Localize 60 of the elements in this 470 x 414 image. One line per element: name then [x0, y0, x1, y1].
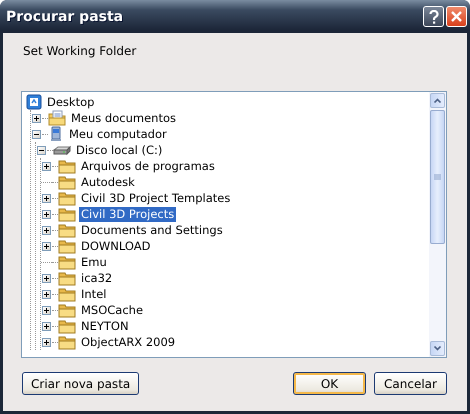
close-icon [451, 11, 462, 22]
expand-toggle[interactable] [32, 114, 41, 122]
folder-icon [58, 254, 76, 270]
scroll-up-button[interactable] [430, 93, 445, 108]
expand-toggle[interactable] [42, 290, 51, 298]
folder-icon [58, 318, 76, 334]
help-button[interactable] [423, 6, 444, 27]
grip-icon [434, 174, 441, 180]
expand-toggle[interactable] [42, 242, 51, 250]
folder-icon [58, 270, 76, 286]
folder-icon [58, 334, 76, 350]
chevron-down-icon [434, 346, 441, 351]
tree-item[interactable]: NEYTON [79, 318, 131, 334]
folder-icon [58, 286, 76, 302]
dialog-prompt: Set Working Folder [23, 44, 138, 60]
tree-item[interactable]: Emu [79, 254, 109, 270]
folder-icon [58, 190, 76, 206]
expand-toggle[interactable] [42, 210, 51, 218]
ok-button[interactable]: OK [293, 372, 366, 395]
folder-icon [58, 174, 76, 190]
tree-item[interactable]: Autodesk [79, 174, 137, 190]
window-title: Procurar pasta [6, 8, 124, 24]
help-icon [428, 10, 438, 24]
expand-toggle[interactable] [42, 226, 51, 234]
documents-folder-icon [48, 110, 66, 126]
tree-item[interactable]: Intel [79, 286, 108, 302]
tree-item[interactable]: ica32 [79, 270, 114, 286]
tree-item[interactable]: MSOCache [79, 302, 146, 318]
scroll-thumb[interactable] [430, 110, 445, 244]
folder-icon [58, 302, 76, 318]
tree-item[interactable]: Civil 3D Projects [79, 206, 176, 222]
expand-toggle[interactable] [42, 322, 51, 330]
tree-item[interactable]: Civil 3D Project Templates [79, 190, 232, 206]
expand-toggle[interactable] [42, 274, 51, 282]
tree-item[interactable]: DOWNLOAD [79, 238, 152, 254]
expand-toggle[interactable] [42, 338, 51, 346]
tree-item[interactable]: Documents and Settings [79, 222, 225, 238]
folder-icon [58, 206, 76, 222]
expand-toggle[interactable] [42, 194, 51, 202]
chevron-up-icon [434, 98, 441, 103]
computer-icon [48, 126, 64, 142]
cancel-button[interactable]: Cancelar [374, 372, 447, 395]
expand-toggle[interactable] [42, 306, 51, 314]
tree-item[interactable]: Desktop [45, 94, 96, 110]
tree-item[interactable]: ObjectARX 2009 [79, 334, 178, 350]
scroll-down-button[interactable] [430, 341, 445, 356]
folder-icon [58, 222, 76, 238]
collapse-toggle[interactable] [32, 130, 41, 138]
folder-icon [58, 158, 76, 174]
new-folder-button[interactable]: Criar nova pasta [22, 372, 140, 395]
collapse-toggle[interactable] [37, 146, 46, 154]
desktop-icon [26, 94, 42, 110]
tree-item[interactable]: Arquivos de programas [79, 158, 217, 174]
tree-item[interactable]: Disco local (C:) [74, 142, 164, 158]
expand-toggle[interactable] [42, 162, 51, 170]
folder-icon [58, 238, 76, 254]
tree-item[interactable]: Meu computador [67, 126, 169, 142]
close-button[interactable] [446, 6, 467, 27]
tree-item[interactable]: Meus documentos [69, 110, 178, 126]
scrollbar[interactable] [429, 92, 446, 357]
